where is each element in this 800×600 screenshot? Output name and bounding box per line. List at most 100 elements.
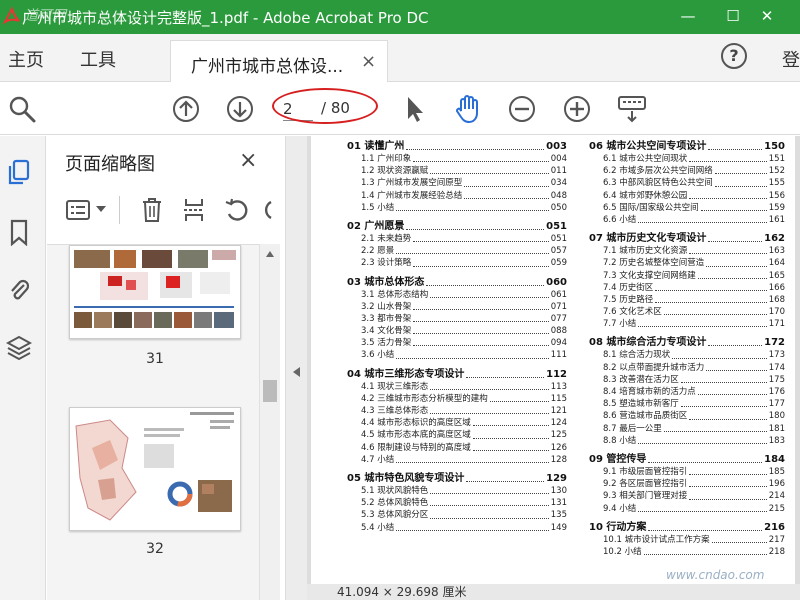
toc-section[interactable]: 04 城市三维形态专项设计 112 [347, 368, 567, 381]
toc-item[interactable]: 8.1 综合活力现状 173 [589, 349, 785, 361]
toc-section[interactable]: 10 行动方案 216 [589, 521, 785, 534]
collapse-panel-icon[interactable] [292, 366, 301, 378]
toc-leader [700, 202, 767, 211]
toc-item[interactable]: 8.8 小结 183 [589, 435, 785, 447]
toc-item[interactable]: 9.3 相关部门管理对接 214 [589, 490, 785, 502]
toc-section[interactable]: 06 城市公共空间专项设计 150 [589, 140, 785, 153]
zoom-in-icon[interactable] [561, 93, 593, 125]
toc-item[interactable]: 6.1 城市公共空间现状 151 [589, 153, 785, 165]
document-tab-close-icon[interactable]: × [361, 51, 376, 72]
toc-item[interactable]: 1.1 广州印象 004 [347, 153, 567, 165]
toc-item[interactable]: 2.1 未来趋势 051 [347, 233, 567, 245]
zoom-search-icon[interactable] [6, 93, 38, 125]
toc-item-page: 125 [550, 430, 567, 441]
toc-item[interactable]: 8.5 塑造城市新客厅 177 [589, 398, 785, 410]
close-window-button[interactable]: ✕ [745, 4, 789, 30]
document-tab[interactable]: 广州市城市总体设... × [170, 40, 388, 82]
toc-item[interactable]: 8.2 以点带面提升城市活力 174 [589, 362, 785, 374]
toc-item[interactable]: 4.1 现状三维形态 113 [347, 381, 567, 393]
toc-item[interactable]: 3.5 活力骨架 094 [347, 337, 567, 349]
toc-item[interactable]: 4.6 限制建设与特别的高度域 126 [347, 442, 567, 454]
minimize-button[interactable]: — [666, 4, 710, 30]
toc-item[interactable]: 4.3 三维总体形态 121 [347, 405, 567, 417]
toc-section[interactable]: 03 城市总体形态 060 [347, 276, 567, 289]
toc-item[interactable]: 7.5 历史路径 168 [589, 294, 785, 306]
menu-home[interactable]: 主页 [8, 46, 44, 72]
bookmark-icon[interactable] [6, 218, 32, 246]
toc-item[interactable]: 5.3 总体风貌分区 135 [347, 509, 567, 521]
rotate-icon[interactable] [223, 196, 251, 224]
toc-item[interactable]: 5.4 小结 149 [347, 522, 567, 534]
toc-item[interactable]: 10.2 小结 218 [589, 546, 785, 558]
page-up-icon[interactable] [170, 93, 202, 125]
keyboard-icon[interactable] [616, 93, 648, 125]
thumbnail-page-31[interactable] [69, 245, 241, 339]
toc-item[interactable]: 6.2 市域多层次公共空间网络 152 [589, 165, 785, 177]
toc-item[interactable]: 9.1 市级层面管控指引 185 [589, 466, 785, 478]
toc-section[interactable]: 08 城市综合活力专项设计 172 [589, 336, 785, 349]
toc-item[interactable]: 7.4 历史街区 166 [589, 282, 785, 294]
toc-item[interactable]: 3.6 小结 111 [347, 349, 567, 361]
toc-item[interactable]: 1.4 广州城市发展经验总结 048 [347, 190, 567, 202]
options-icon[interactable] [65, 198, 91, 222]
toc-item[interactable]: 6.6 小结 161 [589, 214, 785, 226]
toc-item[interactable]: 4.2 三维城市形态分析模型的建构 115 [347, 393, 567, 405]
toc-item-title: 1.1 广州印象 [361, 154, 412, 164]
toc-item[interactable]: 7.2 历史名城整体空间营造 164 [589, 257, 785, 269]
page-down-icon[interactable] [224, 93, 256, 125]
scrollbar-thumb[interactable] [263, 380, 277, 402]
thumbnail-page-32[interactable] [69, 407, 241, 531]
toc-item[interactable]: 6.5 国际/国家级公共空间 159 [589, 202, 785, 214]
toc-section[interactable]: 07 城市历史文化专项设计 162 [589, 232, 785, 245]
toc-item[interactable]: 8.6 营造城市品质街区 180 [589, 410, 785, 422]
toc-section[interactable]: 01 读懂广州 003 [347, 140, 567, 153]
toc-item[interactable]: 8.4 培育城市新的活力点 176 [589, 386, 785, 398]
toc-item[interactable]: 6.4 城市郊野休憩公园 156 [589, 190, 785, 202]
panel-close-icon[interactable]: × [239, 148, 257, 173]
toc-item[interactable]: 5.1 现状风貌特色 130 [347, 485, 567, 497]
toc-item[interactable]: 7.6 文化艺术区 170 [589, 306, 785, 318]
attachment-icon[interactable] [6, 276, 32, 304]
toc-item[interactable]: 2.2 愿景 057 [347, 245, 567, 257]
document-view[interactable]: 01 读懂广州 003 1.1 广州印象 004 1.2 现状资源赢赋 011 1.3 广州… [307, 136, 800, 600]
toc-item[interactable]: 8.7 最后一公里 181 [589, 423, 785, 435]
page-thumbnails-icon[interactable] [6, 158, 32, 186]
toc-item[interactable]: 2.3 设计策略 059 [347, 257, 567, 269]
menu-tools[interactable]: 工具 [80, 46, 116, 72]
toc-item[interactable]: 3.1 总体形态结构 061 [347, 289, 567, 301]
select-arrow-icon[interactable] [398, 93, 430, 125]
toc-item[interactable]: 5.2 总体风貌特色 131 [347, 497, 567, 509]
toc-section[interactable]: 09 管控传导 184 [589, 453, 785, 466]
rotate-right-icon[interactable] [261, 196, 275, 224]
toc-item[interactable]: 9.4 小结 215 [589, 503, 785, 515]
zoom-out-icon[interactable] [506, 93, 538, 125]
toc-item[interactable]: 1.5 小结 050 [347, 202, 567, 214]
toc-section[interactable]: 02 广州愿景 051 [347, 220, 567, 233]
toc-item[interactable]: 3.4 文化骨架 088 [347, 325, 567, 337]
toc-item[interactable]: 4.5 城市形态本底的高度区域 125 [347, 429, 567, 441]
toc-item[interactable]: 3.3 都市骨架 077 [347, 313, 567, 325]
toc-item[interactable]: 1.3 广州城市发展空间原型 034 [347, 177, 567, 189]
thumbnail-scrollbar[interactable] [259, 244, 280, 600]
toc-item[interactable]: 1.2 现状资源赢赋 011 [347, 165, 567, 177]
toc-item[interactable]: 10.1 城市设计试点工作方案 217 [589, 534, 785, 546]
hand-tool-icon[interactable] [452, 93, 484, 125]
toc-item[interactable]: 7.1 城市历史文化资源 163 [589, 245, 785, 257]
toc-item[interactable]: 7.3 文化支撑空间网络建 165 [589, 270, 785, 282]
layers-icon[interactable] [6, 334, 32, 362]
toc-item[interactable]: 9.2 各区层面管控指引 196 [589, 478, 785, 490]
toc-item[interactable]: 7.7 小结 171 [589, 318, 785, 330]
toc-item[interactable]: 6.3 中部风貌区特色公共空间 155 [589, 177, 785, 189]
toc-item[interactable]: 4.7 小结 128 [347, 454, 567, 466]
toc-section[interactable]: 05 城市特色风貌专项设计 129 [347, 472, 567, 485]
help-button[interactable]: ? [721, 43, 747, 69]
trash-icon[interactable] [139, 196, 165, 224]
scroll-up-icon[interactable] [265, 250, 275, 258]
toc-item[interactable]: 3.2 山水骨架 071 [347, 301, 567, 313]
extract-pages-icon[interactable] [181, 196, 207, 224]
chevron-down-icon[interactable] [95, 204, 107, 214]
toc-item[interactable]: 8.3 改善潜在活力区 175 [589, 374, 785, 386]
toc-item[interactable]: 4.4 城市形态标识的高度区域 124 [347, 417, 567, 429]
login-button[interactable]: 登 [782, 46, 800, 72]
panel-splitter[interactable] [285, 136, 307, 600]
